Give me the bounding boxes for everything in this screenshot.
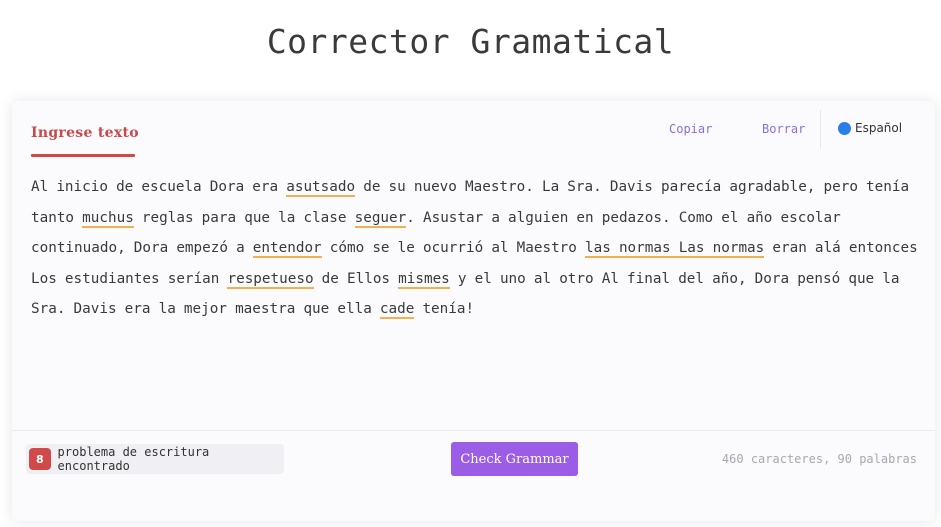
tab-active-indicator bbox=[31, 154, 135, 157]
issue-count-badge: 8 bbox=[29, 448, 51, 470]
grammar-error-word[interactable]: entendor bbox=[252, 240, 322, 258]
grammar-error-word[interactable]: respetueso bbox=[227, 270, 314, 289]
text-segment: tenía! bbox=[414, 301, 475, 317]
grammar-error-word[interactable]: muchus bbox=[82, 209, 134, 228]
issues-summary[interactable]: 8 problema de escritura encontrado bbox=[26, 444, 284, 474]
text-stats: 460 caracteres, 90 palabras bbox=[721, 452, 917, 466]
grammar-error-word[interactable]: asutsado bbox=[286, 179, 356, 197]
grammar-error-word[interactable]: cade bbox=[379, 301, 415, 319]
check-grammar-button[interactable]: Check Grammar bbox=[451, 442, 578, 476]
text-segment: de Ellos bbox=[313, 270, 399, 287]
grammar-error-word[interactable]: mismes bbox=[398, 270, 450, 289]
text-segment: Al inicio de escuela Dora era bbox=[31, 179, 287, 195]
clear-button[interactable]: Borrar bbox=[762, 122, 805, 136]
language-selector[interactable]: Español bbox=[838, 121, 902, 135]
editor-card: Ingrese texto Copiar Borrar Español Al i… bbox=[12, 101, 935, 521]
text-editor[interactable]: Al inicio de escuela Dora era asutsado d… bbox=[31, 172, 921, 325]
grammar-error-word[interactable]: seguer bbox=[354, 209, 407, 228]
footer-divider bbox=[12, 430, 935, 431]
text-segment: reglas para que la clase bbox=[133, 209, 355, 226]
grammar-error-word[interactable]: las normas Las normas bbox=[585, 240, 765, 258]
toolbar-divider bbox=[820, 110, 821, 148]
tab-input-text[interactable]: Ingrese texto bbox=[31, 125, 139, 141]
copy-button[interactable]: Copiar bbox=[669, 122, 712, 136]
language-label: Español bbox=[855, 121, 903, 135]
issue-label: problema de escritura encontrado bbox=[57, 445, 210, 473]
language-dot-icon bbox=[838, 121, 851, 135]
text-segment: cómo se le ocurrió al Maestro bbox=[321, 240, 586, 256]
page-title: Corrector Gramatical bbox=[266, 22, 675, 61]
